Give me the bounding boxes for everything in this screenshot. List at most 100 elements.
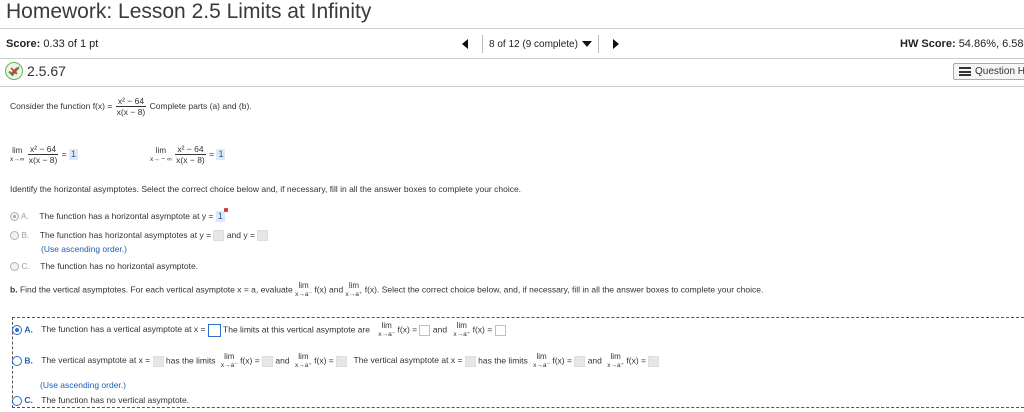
- fx-text: f(x): [314, 284, 327, 295]
- lim-sub: x→a⁺: [345, 291, 363, 298]
- fx-text: f(x).: [364, 284, 380, 295]
- choice-text-2: The vertical asymptote at x =: [353, 355, 463, 366]
- limit-negative-infinity: lim x→ − ∞ x² − 64 x(x − 8) = 1: [150, 144, 226, 165]
- choice-letter: B.: [21, 230, 30, 240]
- lim-word: lim: [298, 281, 309, 290]
- lim-sub: x→a⁻: [220, 362, 238, 369]
- part-a-hint: (Use ascending order.): [41, 244, 127, 254]
- part-b-text-1: Find the vertical asymptotes. For each v…: [19, 284, 293, 295]
- choice-text: The function has a horizontal asymptote …: [39, 211, 214, 221]
- list-icon: [959, 67, 971, 76]
- and-text: and: [587, 355, 602, 366]
- limit-positive-infinity: lim x→∞ x² − 64 x(x − 8) = 1: [10, 144, 79, 165]
- question-header: 2.5.67: [5, 62, 66, 80]
- lim-sub: x→a⁻: [378, 331, 396, 338]
- question-select[interactable]: 8 of 12 (9 complete): [482, 35, 599, 53]
- lim-sub: x→ − ∞: [150, 155, 172, 163]
- answer-box[interactable]: [336, 355, 348, 367]
- chevron-down-icon: [581, 41, 592, 47]
- lim1-answer[interactable]: 1: [69, 149, 79, 160]
- part-a-choice-c[interactable]: C. The function has no horizontal asympt…: [10, 261, 198, 272]
- triangle-left-icon: [462, 39, 468, 49]
- part-a-choice-b[interactable]: B. The function has horizontal asymptote…: [10, 230, 269, 242]
- score-label: Score:: [6, 38, 41, 50]
- question-help-label: Question H: [975, 66, 1024, 77]
- part-a-choice-a[interactable]: A. The function has a horizontal asympto…: [10, 208, 228, 223]
- lim-word: lim: [224, 352, 235, 361]
- answer-box[interactable]: [494, 324, 506, 336]
- lim2-answer[interactable]: 1: [216, 149, 226, 160]
- answer-box[interactable]: [419, 324, 431, 336]
- next-question-button[interactable]: [607, 35, 625, 53]
- answer-box[interactable]: [257, 230, 269, 242]
- lim-word: lim: [381, 321, 392, 330]
- intro-text: Consider the function f(x) =: [10, 100, 113, 111]
- radio-button[interactable]: [12, 395, 22, 406]
- score: Score: 0.33 of 1 pt: [6, 38, 98, 50]
- and-text: and: [275, 355, 290, 366]
- lim1-numerator: x² − 64: [27, 144, 59, 155]
- problem-statement: Consider the function f(x) = x² − 64 x(x…: [10, 96, 252, 117]
- choice-letter: A.: [24, 324, 33, 335]
- fx-eq: f(x) =: [314, 355, 334, 366]
- part-b-hint: (Use ascending order.): [40, 380, 126, 390]
- lim-word: lim: [536, 352, 547, 361]
- prev-question-button[interactable]: [456, 35, 474, 53]
- answer-box[interactable]: [152, 355, 164, 367]
- hw-score-value: 54.86%, 6.58: [958, 38, 1024, 50]
- choice-letter: C.: [24, 395, 33, 405]
- choice-and: and y =: [226, 230, 255, 240]
- answer-box[interactable]: [213, 230, 225, 242]
- lim-word: lim: [12, 145, 23, 155]
- fx-eq: f(x) =: [552, 355, 572, 366]
- lim-sub: x→a⁻: [295, 291, 312, 298]
- intro-tail: Complete parts (a) and (b).: [149, 100, 252, 111]
- radio-button[interactable]: [12, 325, 22, 335]
- hw-score-label: HW Score:: [900, 38, 956, 50]
- fx-eq: f(x) =: [240, 355, 260, 366]
- question-help-button[interactable]: Question H: [953, 63, 1024, 80]
- part-b-choice-b[interactable]: B. The vertical asymptote at x = has the…: [12, 352, 660, 370]
- lim-sub: x→a⁺: [607, 362, 625, 369]
- part-b-choice-c[interactable]: C. The function has no vertical asymptot…: [12, 395, 189, 406]
- question-pager: 8 of 12 (9 complete): [456, 34, 625, 54]
- radio-button[interactable]: [12, 356, 22, 366]
- choice-letter: A.: [20, 211, 29, 221]
- radio-button[interactable]: [10, 231, 19, 241]
- lim2-numerator: x² − 64: [175, 144, 206, 155]
- active-answer-box[interactable]: [207, 323, 221, 337]
- score-value: 0.33 of 1 pt: [43, 38, 99, 50]
- function-denominator: x(x − 8): [116, 107, 146, 117]
- and-text: and: [328, 284, 344, 295]
- answer-box[interactable]: [262, 355, 274, 367]
- has-limits-text: has the limits: [165, 355, 216, 366]
- and-text: and: [432, 324, 448, 335]
- lim2-denominator: x(x − 8): [176, 155, 205, 165]
- has-limits-text: has the limits: [478, 355, 528, 366]
- part-b-choice-a[interactable]: A. The function has a vertical asymptote…: [12, 321, 506, 339]
- answer-box[interactable]: [464, 355, 476, 367]
- lim-sub: x→a⁺: [453, 331, 471, 338]
- lim-word: lim: [610, 352, 621, 361]
- lim-word: lim: [348, 281, 360, 290]
- answer-box[interactable]: [574, 355, 586, 367]
- lim-sub: x→a⁺: [294, 362, 312, 369]
- lim-word: lim: [155, 145, 166, 155]
- question-divider: [0, 86, 1024, 87]
- lim1-denominator: x(x − 8): [28, 155, 58, 165]
- radio-button[interactable]: [10, 212, 19, 222]
- answer-box[interactable]: [648, 355, 660, 367]
- function-numerator: x² − 64: [115, 96, 147, 107]
- fx-eq: f(x) =: [472, 324, 493, 335]
- choice-text: The function has a vertical asymptote at…: [41, 324, 206, 335]
- choice-text: The vertical asymptote at x =: [41, 355, 151, 366]
- choice-a-answer[interactable]: 1: [215, 208, 228, 223]
- question-select-value: 8 of 12 (9 complete): [489, 38, 578, 50]
- radio-button[interactable]: [10, 262, 19, 272]
- lim-word: lim: [456, 321, 467, 330]
- part-a-instruction: Identify the horizontal asymptotes. Sele…: [10, 184, 522, 194]
- page-title: Homework: Lesson 2.5 Limits at Infinity: [6, 0, 372, 23]
- fx-eq: f(x) =: [626, 355, 647, 366]
- part-b-prefix: b.: [10, 284, 18, 295]
- triangle-right-icon: [612, 39, 619, 49]
